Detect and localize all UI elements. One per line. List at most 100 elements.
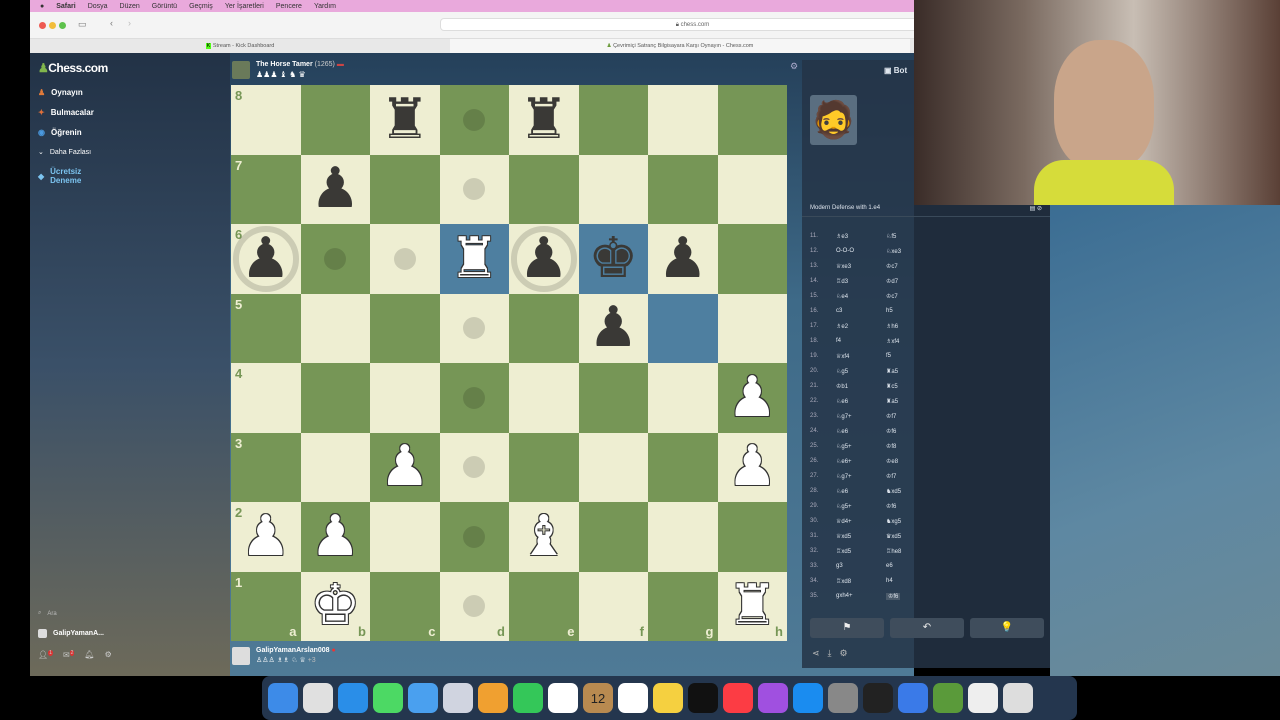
black-move[interactable]: ♔f6 (886, 503, 896, 510)
square-g5[interactable] (648, 293, 718, 363)
white-move[interactable]: c3 (836, 308, 886, 314)
black-move[interactable]: ♘xe3 (886, 248, 901, 255)
white-move[interactable]: ♕d4+ (836, 518, 886, 525)
dock-app-icon[interactable] (898, 683, 928, 713)
zoom-button[interactable] (59, 22, 66, 29)
black-move[interactable]: e6 (886, 563, 893, 569)
square-b1[interactable]: b ♚ (300, 571, 370, 641)
dock-app-icon[interactable] (408, 683, 438, 713)
black-move[interactable]: ♔f7 (886, 413, 896, 420)
hint-button[interactable]: 💡 (970, 618, 1044, 638)
white-move[interactable]: ♘g7+ (836, 413, 886, 420)
square-e5[interactable] (509, 293, 579, 363)
black-move[interactable]: ♖he8 (886, 548, 901, 555)
takeback-button[interactable]: ↶ (890, 618, 964, 638)
dock-app-icon[interactable] (548, 683, 578, 713)
square-f7[interactable] (578, 154, 648, 224)
white-move[interactable]: ♕xd5 (836, 533, 886, 540)
apple-icon[interactable]: ● (40, 3, 44, 10)
square-h6[interactable] (717, 224, 787, 294)
square-f4[interactable] (578, 363, 648, 433)
white-move[interactable]: ♘e6 (836, 398, 886, 405)
white-move[interactable]: ♔b1 (836, 383, 886, 390)
move-hint-dot[interactable] (393, 247, 416, 270)
dock-app-icon[interactable] (303, 683, 333, 713)
white-move[interactable]: ♘e4 (836, 293, 886, 300)
square-f8[interactable] (578, 85, 648, 155)
square-d3[interactable] (439, 432, 509, 502)
square-b8[interactable] (300, 85, 370, 155)
square-e6[interactable]: ♟ (509, 224, 579, 294)
black-move[interactable]: h5 (886, 308, 893, 314)
white-rook[interactable]: ♜ (727, 578, 777, 634)
white-pawn[interactable]: ♟ (241, 508, 291, 565)
square-d4[interactable] (439, 363, 509, 433)
menu-safari[interactable]: Safari (56, 3, 75, 10)
calendar-icon[interactable]: 12 (583, 683, 613, 713)
white-move[interactable]: O-O-O (836, 248, 886, 255)
square-h1[interactable]: h ♜ (717, 571, 787, 641)
nav-learn[interactable]: ◉ Öğrenin (38, 128, 82, 137)
square-a7[interactable]: 7 (231, 154, 301, 224)
square-h8[interactable] (717, 85, 787, 155)
square-d1[interactable]: d (439, 571, 509, 641)
black-move[interactable]: ♞xd5 (886, 488, 901, 495)
black-move[interactable]: h4 (886, 578, 893, 585)
black-move[interactable]: ♗h6 (886, 323, 898, 330)
square-h2[interactable] (717, 502, 787, 572)
white-move[interactable]: ♗e3 (836, 233, 886, 240)
white-move[interactable]: ♘g5+ (836, 443, 886, 450)
square-f2[interactable] (578, 502, 648, 572)
menu-yer-isaretleri[interactable]: Yer İşaretleri (225, 3, 264, 10)
black-rook[interactable]: ♜ (519, 91, 569, 148)
dock-app-icon[interactable] (968, 683, 998, 713)
sidebar-toggle-icon[interactable]: ▭ (78, 19, 87, 30)
white-move[interactable]: ♕xe3 (836, 263, 886, 270)
close-button[interactable] (39, 22, 46, 29)
dock-app-icon[interactable] (373, 683, 403, 713)
square-g4[interactable] (648, 363, 718, 433)
square-c4[interactable] (370, 363, 440, 433)
square-c5[interactable] (370, 293, 440, 363)
dock-app-icon[interactable] (513, 683, 543, 713)
square-d7[interactable] (439, 154, 509, 224)
white-move[interactable]: ♘g5 (836, 368, 886, 375)
messages-icon[interactable]: ✉2 (63, 650, 75, 660)
white-pawn[interactable]: ♟ (310, 508, 360, 565)
white-move[interactable]: f4 (836, 338, 886, 345)
square-a1[interactable]: 1a (231, 571, 301, 641)
square-c6[interactable] (370, 224, 440, 294)
white-move[interactable]: ♘e6 (836, 428, 886, 435)
white-move[interactable]: ♕xf4 (836, 353, 886, 360)
resign-button[interactable]: ⚑ (810, 618, 884, 638)
dock-app-icon[interactable] (863, 683, 893, 713)
square-a5[interactable]: 5 (231, 293, 301, 363)
square-b7[interactable]: ♟ (300, 154, 370, 224)
white-move[interactable]: ♖xd8 (836, 578, 886, 585)
dock-app-icon[interactable] (443, 683, 473, 713)
square-b4[interactable] (300, 363, 370, 433)
black-move[interactable]: ♔f7 (886, 473, 896, 480)
square-e4[interactable] (509, 363, 579, 433)
chesscom-logo[interactable]: ♟Chess.com (38, 61, 108, 75)
menu-pencere[interactable]: Pencere (276, 3, 302, 10)
square-c1[interactable]: c (370, 571, 440, 641)
move-hint-dot[interactable] (463, 108, 486, 131)
white-move[interactable]: ♘e6 (836, 488, 886, 495)
dock-app-icon[interactable] (828, 683, 858, 713)
black-move[interactable]: ♛xd5 (886, 533, 901, 540)
search-link[interactable]: ⌕ Ara (38, 610, 57, 617)
menu-gecmis[interactable]: Geçmiş (189, 3, 213, 10)
move-hint-dot[interactable] (463, 525, 486, 548)
square-h4[interactable]: ♟ (717, 363, 787, 433)
settings-icon[interactable]: ⚙ (105, 650, 112, 659)
black-pawn[interactable]: ♟ (310, 161, 360, 217)
white-move[interactable]: ♘e6+ (836, 458, 886, 465)
square-g2[interactable] (648, 502, 718, 572)
download-icon[interactable]: ⤓ (828, 648, 832, 659)
move-hint-dot[interactable] (463, 386, 486, 409)
back-icon[interactable]: ‹ (110, 18, 113, 28)
square-e3[interactable] (509, 432, 579, 502)
black-move[interactable]: f5 (886, 353, 891, 360)
square-g6[interactable]: ♟ (648, 224, 718, 294)
